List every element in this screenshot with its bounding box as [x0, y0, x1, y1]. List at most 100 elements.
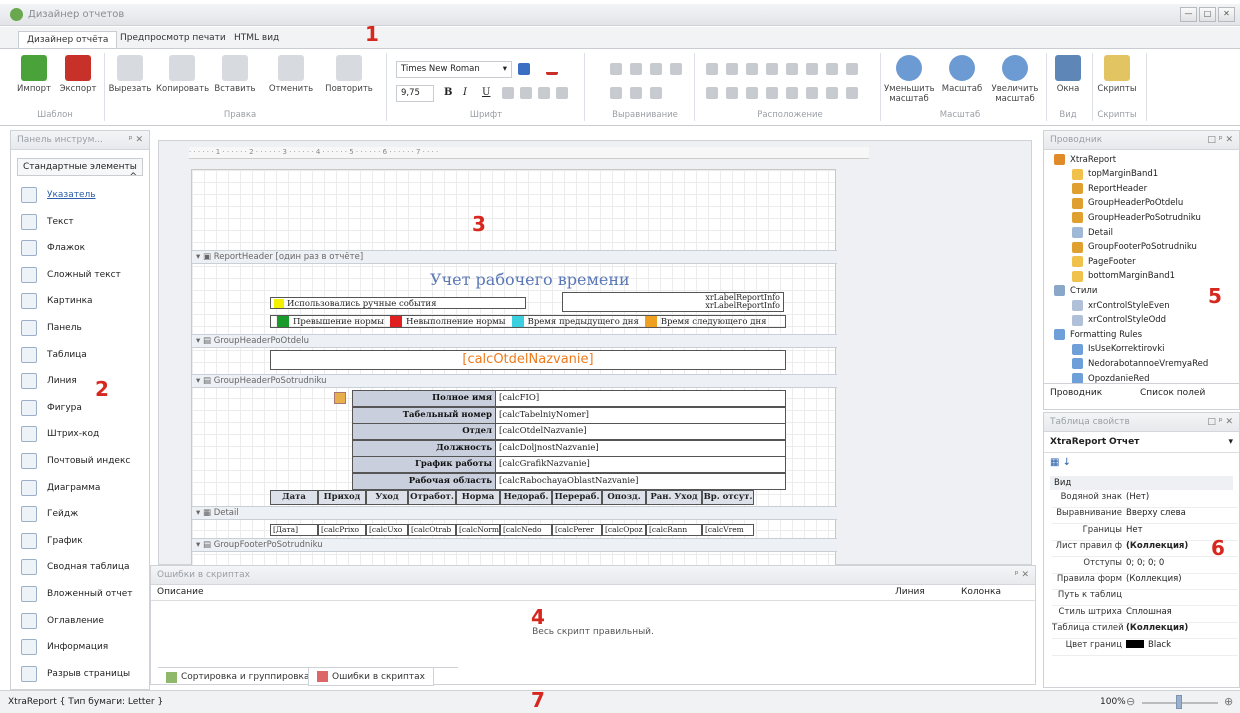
detail-cell[interactable]: [calcOtrab [408, 524, 456, 536]
col-column[interactable]: Колонка [961, 587, 1001, 597]
employee-field-value[interactable]: [calcFIO] [495, 390, 786, 407]
detail-cell[interactable]: [calcPrixo [318, 524, 366, 536]
toolbox-item[interactable]: Штрих-код [21, 424, 99, 444]
toolbox-item[interactable]: Картинка [21, 291, 93, 311]
align-left-icon[interactable] [502, 87, 514, 99]
close-button[interactable]: ✕ [1218, 7, 1235, 22]
windows-button[interactable]: Окна [1050, 55, 1086, 94]
size-both-icon[interactable] [746, 63, 758, 75]
report-page[interactable]: ▾ ▣ ReportHeader [один раз в отчёте] Уче… [191, 169, 837, 566]
explorer-node[interactable]: GroupHeaderPoSotrudniku [1072, 212, 1201, 224]
explorer-node[interactable]: topMarginBand1 [1072, 168, 1158, 180]
toolbox-item[interactable]: Фигура [21, 398, 82, 418]
undo-button[interactable]: Отменить [266, 55, 316, 94]
col-description[interactable]: Описание [157, 587, 204, 597]
col-line[interactable]: Линия [895, 587, 925, 597]
explorer-node[interactable]: Detail [1072, 227, 1113, 238]
property-row[interactable]: Таблица стилей (Коллекция) [1052, 623, 1238, 640]
size-grid-icon[interactable] [766, 63, 778, 75]
employee-field-value[interactable]: [calcRabochayaOblastNazvanie] [495, 472, 786, 490]
legend-row[interactable]: Превышение нормы Невыполнение нормы Время … [270, 315, 786, 328]
toolbox-item[interactable]: Указатель [21, 185, 96, 205]
props-category[interactable]: Вид [1050, 476, 1233, 490]
explorer-node[interactable]: bottomMarginBand1 [1072, 270, 1175, 282]
report-title[interactable]: Учет рабочего времени [430, 270, 630, 289]
align-grid-icon[interactable] [650, 87, 662, 99]
export-button[interactable]: Экспорт [58, 55, 98, 94]
band-report-header[interactable]: ▾ ▣ ReportHeader [один раз в отчёте] [192, 250, 837, 264]
property-value[interactable]: (Коллекция) [1126, 541, 1188, 556]
zoom-out-button[interactable]: Уменьшить масштаб [884, 55, 935, 104]
explorer-node[interactable]: GroupFooterPoSotrudniku [1072, 241, 1197, 253]
band-detail[interactable]: ▾ ▦ Detail [192, 506, 837, 520]
property-row[interactable]: Правила форм (Коллекция) [1052, 574, 1238, 590]
tab-print-preview[interactable]: Предпросмотр печати [120, 33, 226, 43]
send-back-icon[interactable] [846, 87, 858, 99]
property-value[interactable]: (Коллекция) [1126, 574, 1182, 589]
property-row[interactable]: Выравнивание Вверху слева [1052, 508, 1238, 525]
band-group-sotrudniku[interactable]: ▾ ▤ GroupHeaderPoSotrudniku [192, 374, 837, 388]
toolbox-category[interactable]: Стандартные элементы ^ [17, 158, 143, 182]
design-surface[interactable]: · · · · · · 1 · · · · · · 2 · · · · · · … [158, 140, 1032, 566]
justify-icon[interactable] [556, 87, 568, 99]
toolbox-item[interactable]: Таблица [21, 345, 87, 365]
detail-cell[interactable]: [calcNorm [456, 524, 500, 536]
font-size-select[interactable]: 9,75 [396, 85, 434, 102]
align-centers-icon[interactable] [630, 63, 642, 75]
font-name-select[interactable]: Times New Roman ▾ [396, 61, 512, 78]
explorer-node[interactable]: ReportHeader [1072, 183, 1147, 195]
property-value[interactable]: 0; 0; 0; 0 [1126, 558, 1164, 573]
explorer-node[interactable]: PageFooter [1072, 256, 1136, 268]
props-object-select[interactable]: XtraReport Отчет ▾ [1044, 432, 1239, 453]
explorer-node[interactable]: IsUseKorrektirovki [1072, 343, 1165, 355]
align-middles-icon[interactable] [610, 87, 622, 99]
detail-cell[interactable]: [calcVrem [702, 524, 754, 536]
explorer-node[interactable]: Formatting Rules [1054, 329, 1142, 341]
report-info-cell[interactable]: xrLabelReportInfo xrLabelReportInfo [562, 292, 784, 312]
align-rights-icon[interactable] [650, 63, 662, 75]
explorer-node[interactable]: GroupHeaderPoOtdelu [1072, 197, 1183, 209]
align-right-icon[interactable] [538, 87, 550, 99]
scripts-button[interactable]: Скрипты [1094, 55, 1140, 94]
toolbox-item[interactable]: Сложный текст [21, 265, 121, 285]
property-value[interactable]: (Коллекция) [1126, 623, 1188, 638]
size-height-icon[interactable] [726, 63, 738, 75]
employee-field-value[interactable]: [calcGrafikNazvanie] [495, 456, 786, 473]
size-width-icon[interactable] [706, 63, 718, 75]
property-row[interactable]: Стиль штриха Сплошная [1052, 607, 1238, 623]
paste-button[interactable]: Вставить [212, 55, 258, 94]
bring-front-icon[interactable] [826, 87, 838, 99]
align-lefts-icon[interactable] [610, 63, 622, 75]
property-value[interactable]: Black [1148, 640, 1171, 655]
detail-cell[interactable]: [calcPerer [552, 524, 602, 536]
property-row[interactable]: Цвет границ Black [1052, 639, 1238, 656]
hspace-remove-icon[interactable] [846, 63, 858, 75]
toolbox-item[interactable]: Линия [21, 371, 77, 391]
hspace-equal-icon[interactable] [786, 63, 798, 75]
hspace-inc-icon[interactable] [806, 63, 818, 75]
tab-explorer[interactable]: Проводник [1050, 388, 1102, 398]
align-tops-icon[interactable] [670, 63, 682, 75]
props-sort-icons[interactable]: ▦ ↓ [1044, 453, 1239, 472]
toolbox-item[interactable]: Диаграмма [21, 478, 100, 498]
explorer-node[interactable]: XtraReport [1054, 154, 1116, 165]
italic-button[interactable]: I [463, 87, 467, 98]
tab-script-errors[interactable]: Ошибки в скриптах [308, 668, 434, 686]
toolbox-item[interactable]: Разрыв страницы [21, 664, 130, 684]
detail-cell[interactable]: [calcUxo [366, 524, 408, 536]
zoom-in-small-button[interactable]: ⊕ [1224, 695, 1233, 708]
employee-field-value[interactable]: [calcTabelniyNomer] [495, 406, 786, 424]
cut-button[interactable]: Вырезать [108, 55, 152, 94]
hspace-dec-icon[interactable] [826, 63, 838, 75]
band-group-otdel[interactable]: ▾ ▤ GroupHeaderPoOtdelu [192, 334, 837, 348]
zoom-button[interactable]: Масштаб [940, 55, 984, 94]
center-h-icon[interactable] [786, 87, 798, 99]
toolbox-item[interactable]: Почтовый индекс [21, 451, 130, 471]
manual-events-label[interactable]: Использовались ручные события [270, 297, 526, 309]
toolbox-item[interactable]: Панель [21, 318, 82, 338]
property-row[interactable]: Путь к таблиц [1052, 590, 1238, 607]
toolbox-item[interactable]: Гейдж [21, 504, 78, 524]
redo-button[interactable]: Повторить [322, 55, 376, 94]
toolbox-item[interactable]: Сводная таблица [21, 557, 130, 577]
font-color-icon[interactable] [546, 63, 558, 75]
